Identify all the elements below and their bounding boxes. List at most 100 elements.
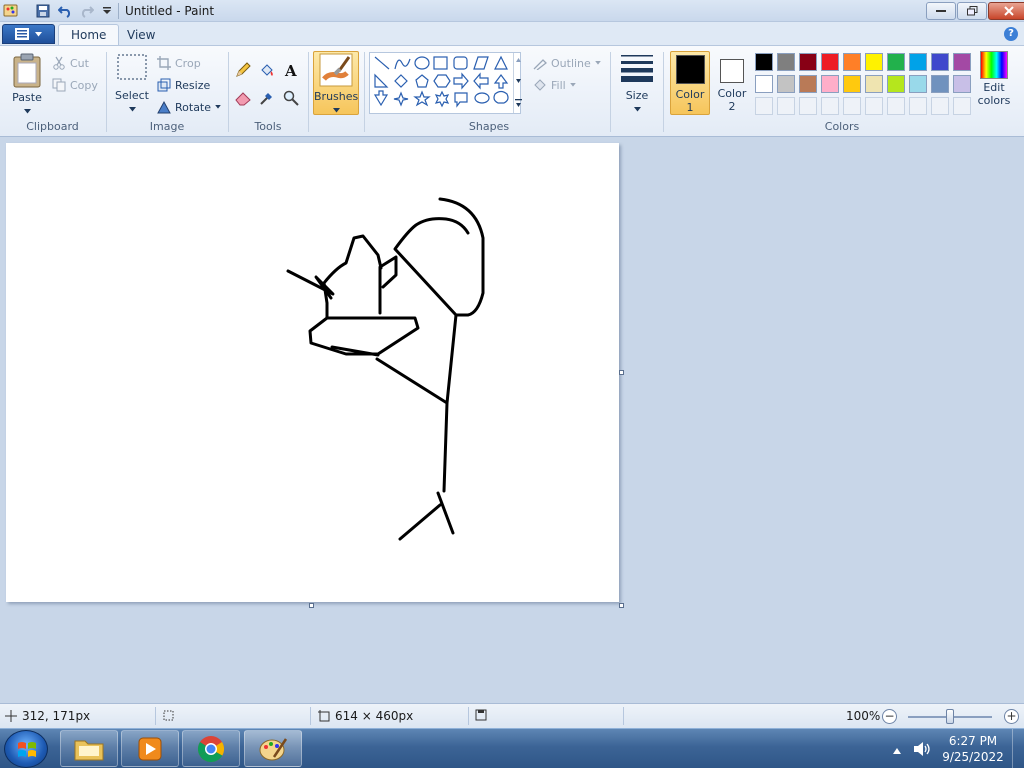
tools-group-label: Tools: [254, 120, 282, 133]
stick-figure-drawing: [286, 197, 485, 541]
palette-swatch[interactable]: [865, 75, 883, 93]
selection-icon: [117, 54, 147, 80]
color2-number: 2: [728, 100, 736, 113]
tab-home[interactable]: Home: [58, 24, 120, 45]
paint-palette-icon: [259, 737, 288, 760]
edit-colors-button[interactable]: Edit colors: [974, 51, 1014, 117]
paint-menu-button[interactable]: [2, 24, 55, 44]
palette-swatch[interactable]: [755, 75, 773, 93]
palette-swatch[interactable]: [821, 75, 839, 93]
restore-button[interactable]: [957, 2, 987, 20]
taskbar-paint[interactable]: [244, 730, 302, 767]
window-title: Untitled - Paint: [125, 4, 215, 18]
resize-handle-right[interactable]: [619, 370, 624, 375]
paste-button[interactable]: Paste: [6, 52, 48, 118]
color-picker-tool[interactable]: [257, 88, 277, 108]
color1-button[interactable]: Color 1: [670, 51, 710, 115]
clock-time: 6:27 PM: [948, 734, 998, 748]
shapes-scrollbar[interactable]: [513, 53, 523, 113]
palette-swatch[interactable]: [843, 75, 861, 93]
custom-color-slot[interactable]: [777, 97, 795, 115]
resize-handle-bottom[interactable]: [309, 603, 314, 608]
magnifier-icon: [283, 90, 299, 106]
eraser-tool[interactable]: [233, 88, 253, 108]
palette-swatch[interactable]: [799, 75, 817, 93]
help-icon[interactable]: ?: [1004, 27, 1018, 41]
custom-color-slot[interactable]: [799, 97, 817, 115]
system-clock[interactable]: 6:27 PM 9/25/2022: [938, 733, 1008, 765]
image-group-label: Image: [149, 120, 185, 133]
palette-swatch[interactable]: [843, 53, 861, 71]
chevron-down-icon: [594, 61, 601, 65]
save-icon[interactable]: [34, 2, 52, 20]
zoom-in-button[interactable]: +: [1004, 709, 1019, 724]
status-bar: 312, 171px 614 × 460px 100% − +: [0, 703, 1024, 728]
undo-icon[interactable]: [56, 2, 74, 20]
drawing-canvas[interactable]: [6, 143, 619, 602]
crop-button[interactable]: Crop: [157, 54, 201, 72]
paint-app-icon[interactable]: [2, 2, 20, 20]
palette-swatch[interactable]: [909, 75, 927, 93]
status-separator: [155, 707, 156, 725]
custom-color-slot[interactable]: [843, 97, 861, 115]
custom-color-slot[interactable]: [953, 97, 971, 115]
palette-swatch[interactable]: [755, 53, 773, 71]
size-button[interactable]: Size: [616, 52, 658, 118]
copy-button[interactable]: Copy: [52, 76, 98, 94]
custom-color-slot[interactable]: [821, 97, 839, 115]
palette-swatch[interactable]: [887, 53, 905, 71]
custom-color-slot[interactable]: [755, 97, 773, 115]
show-desktop-button[interactable]: [1012, 729, 1024, 768]
palette-swatch[interactable]: [799, 53, 817, 71]
palette-swatch[interactable]: [931, 53, 949, 71]
palette-swatch[interactable]: [777, 75, 795, 93]
taskbar-chrome[interactable]: [182, 730, 240, 767]
custom-color-slot[interactable]: [931, 97, 949, 115]
rotate-button[interactable]: Rotate: [157, 98, 221, 116]
close-icon: [1004, 6, 1014, 16]
select-button[interactable]: Select: [113, 52, 151, 118]
palette-swatch[interactable]: [821, 53, 839, 71]
pencil-tool[interactable]: [233, 60, 253, 80]
palette-swatch[interactable]: [865, 53, 883, 71]
color2-button[interactable]: Color 2: [713, 51, 751, 115]
custom-color-slot[interactable]: [887, 97, 905, 115]
palette-swatch[interactable]: [909, 53, 927, 71]
line-width-icon: [621, 55, 653, 82]
resize-icon: [157, 78, 171, 92]
brushes-button[interactable]: Brushes: [313, 51, 359, 115]
tab-view[interactable]: View: [115, 24, 167, 45]
chevron-down-icon: [128, 107, 136, 112]
zoom-slider-thumb[interactable]: [946, 709, 954, 724]
crosshair-icon: [5, 710, 17, 722]
custom-color-slot[interactable]: [909, 97, 927, 115]
volume-button[interactable]: [912, 740, 932, 761]
pencil-icon: [236, 62, 251, 77]
palette-swatch[interactable]: [953, 75, 971, 93]
minimize-button[interactable]: [926, 2, 956, 20]
cut-button[interactable]: Cut: [52, 54, 89, 72]
start-button[interactable]: [4, 730, 48, 768]
palette-swatch[interactable]: [931, 75, 949, 93]
palette-swatch[interactable]: [777, 53, 795, 71]
redo-icon[interactable]: [78, 2, 96, 20]
show-hidden-icons[interactable]: [893, 744, 901, 757]
resize-handle-corner[interactable]: [619, 603, 624, 608]
customize-toolbar-icon[interactable]: [98, 2, 116, 20]
text-tool[interactable]: A: [281, 60, 301, 80]
eyedropper-icon: [260, 93, 272, 105]
palette-swatch[interactable]: [887, 75, 905, 93]
taskbar-media-player[interactable]: [121, 730, 179, 767]
palette-swatch[interactable]: [953, 53, 971, 71]
zoom-out-button[interactable]: −: [882, 709, 897, 724]
taskbar-explorer[interactable]: [60, 730, 118, 767]
canvas-size-text: 614 × 460px: [335, 709, 414, 723]
close-button[interactable]: [988, 2, 1024, 20]
fill-tool[interactable]: [257, 60, 277, 80]
resize-button[interactable]: Resize: [157, 76, 210, 94]
magnifier-tool[interactable]: [281, 88, 301, 108]
custom-color-slot[interactable]: [865, 97, 883, 115]
fill-button[interactable]: Fill: [533, 76, 576, 94]
outline-button[interactable]: Outline: [533, 54, 601, 72]
crop-label: Crop: [175, 56, 201, 70]
